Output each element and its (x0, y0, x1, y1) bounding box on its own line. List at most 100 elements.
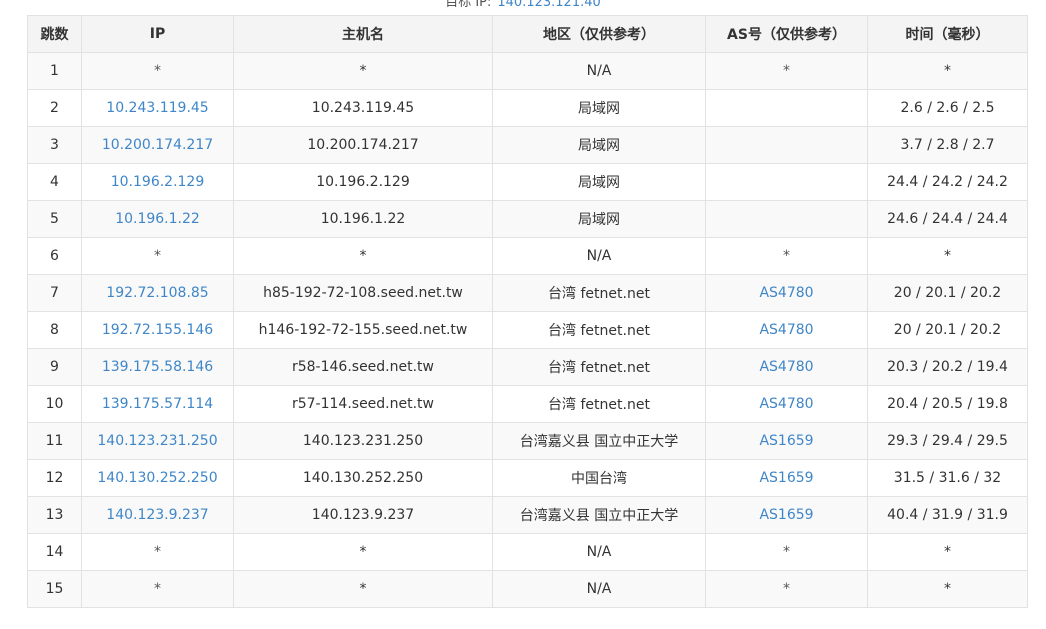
region-cell: 台湾嘉义县 国立中正大学 (492, 422, 706, 460)
host-cell: * (233, 237, 493, 275)
table-row: 13 140.123.9.237 140.123.9.237 台湾嘉义县 国立中… (27, 496, 1028, 534)
table-body: 1 * * N/A * * 2 10.243.119.45 10.243.119… (27, 52, 1028, 608)
table-row: 7 192.72.108.85 h85-192-72-108.seed.net.… (27, 274, 1028, 312)
target-ip-link[interactable]: 140.123.121.40 (497, 0, 600, 10)
region-cell: 局域网 (492, 89, 706, 127)
host-cell: 140.123.231.250 (233, 422, 493, 460)
as-link (705, 126, 868, 164)
time-cell: * (867, 52, 1028, 90)
ip-link[interactable]: 192.72.155.146 (81, 311, 234, 349)
time-cell: 3.7 / 2.8 / 2.7 (867, 126, 1028, 164)
hop-cell: 11 (27, 422, 82, 460)
column-header-time: 时间（毫秒） (867, 15, 1028, 53)
as-link[interactable]: AS4780 (705, 348, 868, 386)
table-row: 3 10.200.174.217 10.200.174.217 局域网 3.7 … (27, 126, 1028, 164)
host-cell: r58-146.seed.net.tw (233, 348, 493, 386)
ip-link[interactable]: 10.200.174.217 (81, 126, 234, 164)
as-link[interactable]: AS4780 (705, 385, 868, 423)
table-row: 12 140.130.252.250 140.130.252.250 中国台湾 … (27, 459, 1028, 497)
as-link (705, 163, 868, 201)
table-row: 9 139.175.58.146 r58-146.seed.net.tw 台湾 … (27, 348, 1028, 386)
as-link[interactable]: AS4780 (705, 311, 868, 349)
host-cell: 10.200.174.217 (233, 126, 493, 164)
ip-link[interactable]: 140.123.231.250 (81, 422, 234, 460)
target-ip-label: 目标 IP: (445, 0, 492, 10)
host-cell: h85-192-72-108.seed.net.tw (233, 274, 493, 312)
region-cell: 局域网 (492, 200, 706, 238)
target-ip-line: 目标 IP: 140.123.121.40 (0, 0, 1046, 11)
time-cell: 20.4 / 20.5 / 19.8 (867, 385, 1028, 423)
region-cell: N/A (492, 533, 706, 571)
region-cell: 局域网 (492, 163, 706, 201)
host-cell: * (233, 52, 493, 90)
region-cell: 中国台湾 (492, 459, 706, 497)
table-row: 4 10.196.2.129 10.196.2.129 局域网 24.4 / 2… (27, 163, 1028, 201)
time-cell: 29.3 / 29.4 / 29.5 (867, 422, 1028, 460)
region-cell: 局域网 (492, 126, 706, 164)
ip-link[interactable]: 10.196.1.22 (81, 200, 234, 238)
hop-cell: 2 (27, 89, 82, 127)
ip-link[interactable]: 10.243.119.45 (81, 89, 234, 127)
table-header: 跳数 IP 主机名 地区（仅供参考） AS号（仅供参考） 时间（毫秒） (27, 15, 1028, 53)
column-header-ip: IP (81, 15, 234, 53)
column-header-as: AS号（仅供参考） (705, 15, 868, 53)
hop-cell: 13 (27, 496, 82, 534)
hop-cell: 3 (27, 126, 82, 164)
header-row: 跳数 IP 主机名 地区（仅供参考） AS号（仅供参考） 时间（毫秒） (27, 15, 1028, 53)
ip-link: * (81, 533, 234, 571)
region-cell: 台湾嘉义县 国立中正大学 (492, 496, 706, 534)
table-row: 11 140.123.231.250 140.123.231.250 台湾嘉义县… (27, 422, 1028, 460)
time-cell: 20.3 / 20.2 / 19.4 (867, 348, 1028, 386)
table-row: 2 10.243.119.45 10.243.119.45 局域网 2.6 / … (27, 89, 1028, 127)
table-row: 15 * * N/A * * (27, 570, 1028, 608)
ip-link[interactable]: 192.72.108.85 (81, 274, 234, 312)
hop-cell: 10 (27, 385, 82, 423)
region-cell: 台湾 fetnet.net (492, 274, 706, 312)
region-cell: N/A (492, 570, 706, 608)
region-cell: 台湾 fetnet.net (492, 348, 706, 386)
host-cell: 140.123.9.237 (233, 496, 493, 534)
hop-cell: 15 (27, 570, 82, 608)
hop-cell: 12 (27, 459, 82, 497)
table-row: 8 192.72.155.146 h146-192-72-155.seed.ne… (27, 311, 1028, 349)
table-row: 14 * * N/A * * (27, 533, 1028, 571)
as-link: * (705, 533, 868, 571)
time-cell: * (867, 570, 1028, 608)
time-cell: 20 / 20.1 / 20.2 (867, 311, 1028, 349)
as-link: * (705, 237, 868, 275)
as-link: * (705, 570, 868, 608)
ip-link[interactable]: 140.123.9.237 (81, 496, 234, 534)
time-cell: * (867, 533, 1028, 571)
hop-cell: 7 (27, 274, 82, 312)
region-cell: N/A (492, 237, 706, 275)
ip-link: * (81, 570, 234, 608)
region-cell: N/A (492, 52, 706, 90)
region-cell: 台湾 fetnet.net (492, 311, 706, 349)
column-header-host: 主机名 (233, 15, 493, 53)
as-link[interactable]: AS1659 (705, 422, 868, 460)
ip-link[interactable]: 140.130.252.250 (81, 459, 234, 497)
table-row: 10 139.175.57.114 r57-114.seed.net.tw 台湾… (27, 385, 1028, 423)
table-row: 6 * * N/A * * (27, 237, 1028, 275)
host-cell: 10.196.1.22 (233, 200, 493, 238)
traceroute-panel: 目标 IP: 140.123.121.40 跳数 IP 主机名 地区（仅供参考） … (0, 0, 1046, 629)
time-cell: 24.6 / 24.4 / 24.4 (867, 200, 1028, 238)
as-link (705, 89, 868, 127)
time-cell: 40.4 / 31.9 / 31.9 (867, 496, 1028, 534)
as-link (705, 200, 868, 238)
ip-link[interactable]: 139.175.58.146 (81, 348, 234, 386)
host-cell: * (233, 533, 493, 571)
as-link[interactable]: AS1659 (705, 496, 868, 534)
time-cell: 20 / 20.1 / 20.2 (867, 274, 1028, 312)
host-cell: 140.130.252.250 (233, 459, 493, 497)
hop-cell: 4 (27, 163, 82, 201)
table-row: 1 * * N/A * * (27, 52, 1028, 90)
ip-link[interactable]: 10.196.2.129 (81, 163, 234, 201)
as-link[interactable]: AS1659 (705, 459, 868, 497)
hop-cell: 1 (27, 52, 82, 90)
ip-link[interactable]: 139.175.57.114 (81, 385, 234, 423)
hop-cell: 6 (27, 237, 82, 275)
ip-link: * (81, 52, 234, 90)
as-link[interactable]: AS4780 (705, 274, 868, 312)
time-cell: 31.5 / 31.6 / 32 (867, 459, 1028, 497)
